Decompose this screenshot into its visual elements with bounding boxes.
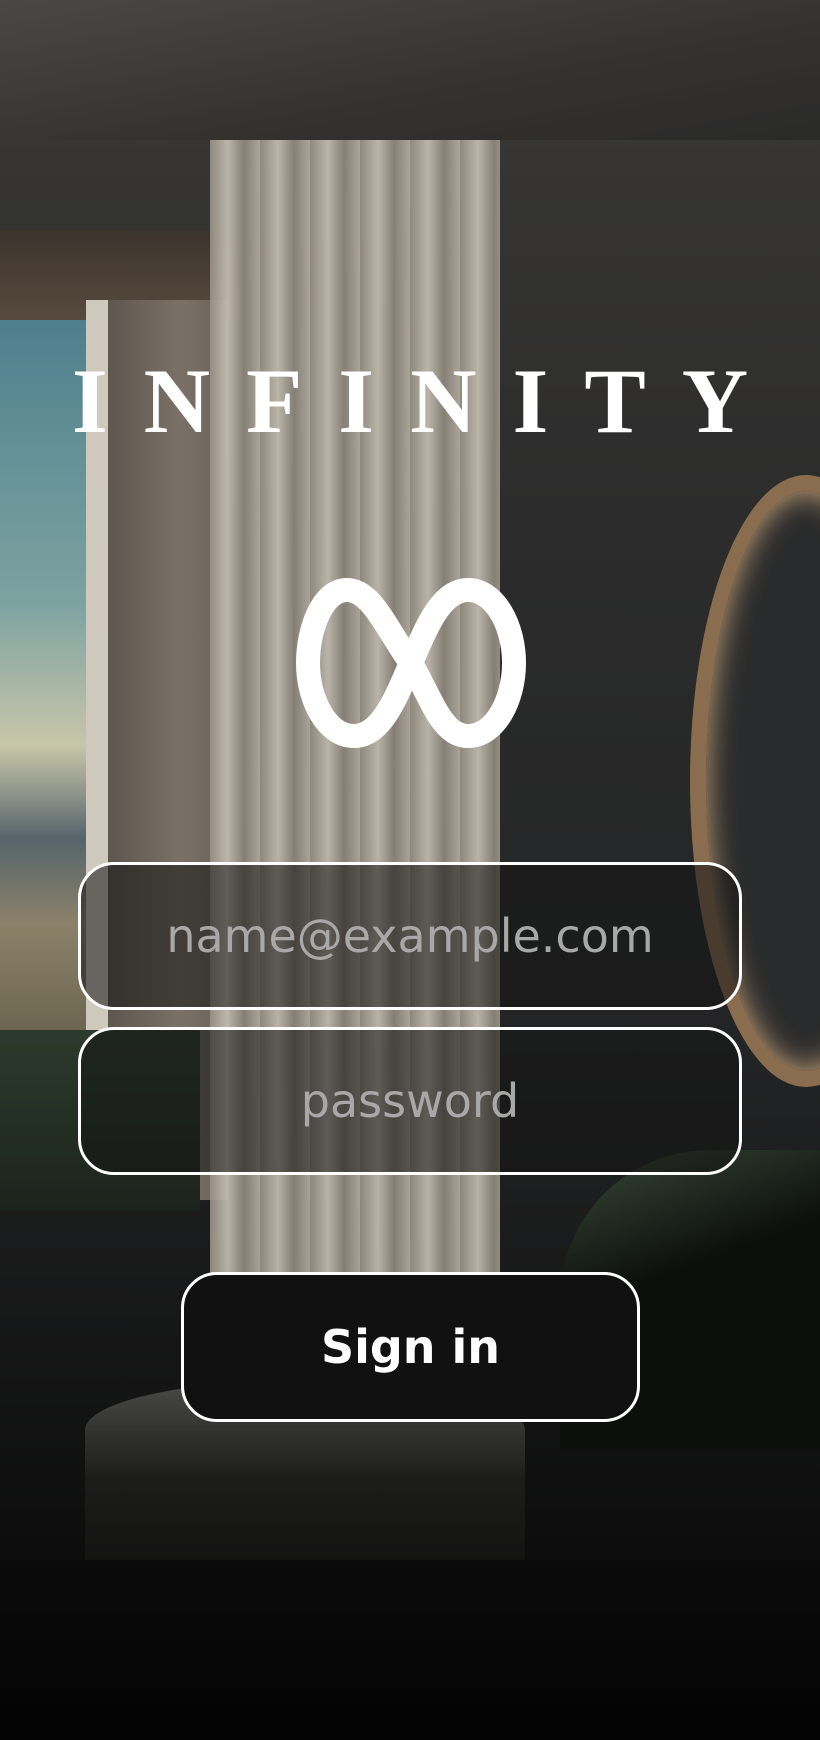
password-field[interactable] [78, 1027, 742, 1175]
sign-in-label: Sign in [320, 1320, 501, 1374]
sign-in-button[interactable]: Sign in [181, 1272, 640, 1422]
email-field[interactable] [78, 862, 742, 1010]
brand-title: INFINITY [71, 350, 785, 452]
password-input[interactable] [81, 1073, 739, 1129]
ceiling [0, 0, 820, 140]
infinity-icon [296, 578, 526, 748]
email-input[interactable] [81, 908, 739, 964]
floor [0, 1560, 820, 1740]
